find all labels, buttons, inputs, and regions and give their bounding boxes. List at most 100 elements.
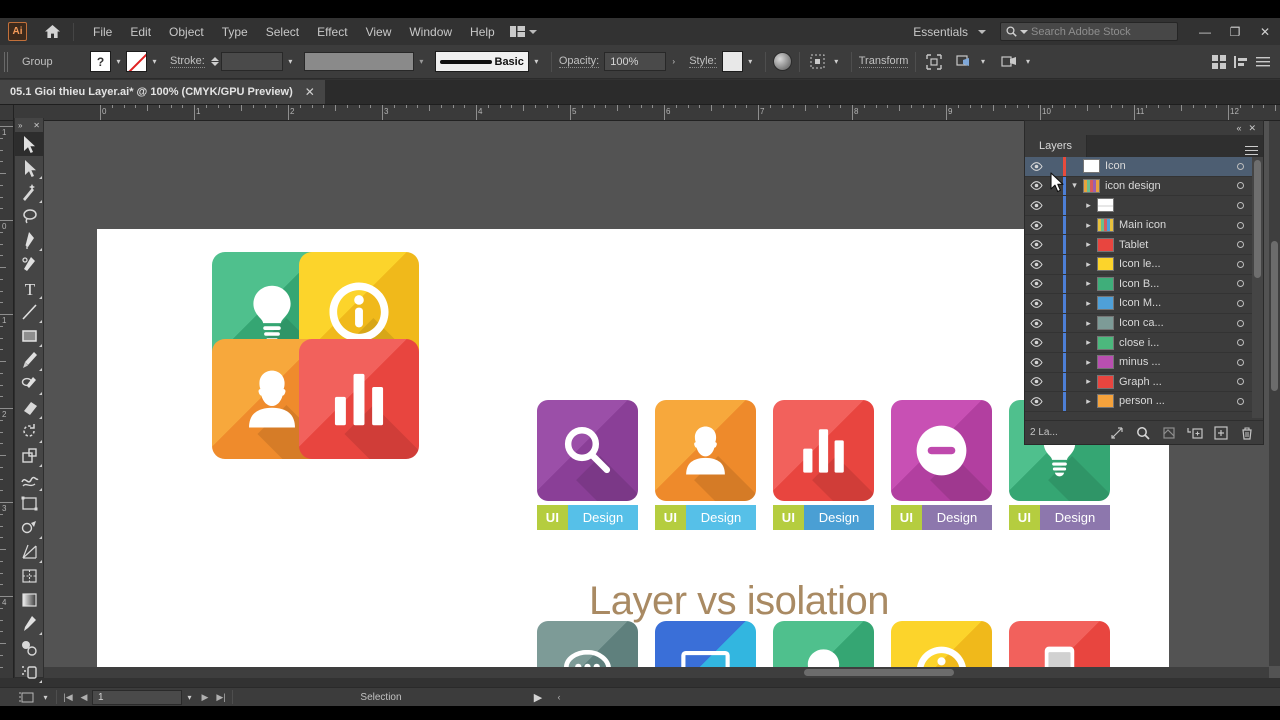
direct-selection-tool[interactable] [15, 156, 43, 180]
chevron-down-icon[interactable]: ▾ [1066, 180, 1083, 191]
workspace-chevron-down-icon[interactable] [978, 29, 986, 34]
icon-card[interactable]: UIDesign [537, 400, 638, 530]
close-icon[interactable]: ✕ [1248, 123, 1256, 134]
menu-type[interactable]: Type [213, 21, 257, 43]
style-chevron-down-icon[interactable]: ▾ [743, 51, 758, 72]
shape-builder-tool[interactable] [15, 516, 43, 540]
first-artboard-icon[interactable]: |◀ [60, 692, 76, 703]
close-button[interactable]: ✕ [1250, 21, 1280, 43]
chevron-right-icon[interactable]: ▸ [1080, 239, 1097, 250]
artboard-number-input[interactable]: 1 [92, 689, 182, 705]
pen-tool[interactable] [15, 228, 43, 252]
restore-button[interactable]: ❐ [1220, 21, 1250, 43]
menu-object[interactable]: Object [160, 21, 213, 43]
paintbrush-tool[interactable] [15, 348, 43, 372]
arrange-grid-icon[interactable] [1208, 51, 1230, 73]
layer-row[interactable]: ▸ Icon le... [1025, 254, 1263, 275]
layer-name-label[interactable]: person ... [1119, 395, 1231, 407]
target-circle-icon[interactable] [1231, 221, 1249, 229]
line-segment-tool[interactable] [15, 300, 43, 324]
layer-name-label[interactable]: Tablet [1119, 239, 1231, 251]
icon-card[interactable]: UIDesign [655, 400, 756, 530]
panel-menu-icon[interactable] [1252, 51, 1274, 73]
eye-visibility-icon[interactable] [1025, 318, 1047, 328]
create-new-sublayer-icon[interactable] [1184, 423, 1206, 443]
status-expand-icon[interactable]: ‹ [550, 692, 568, 702]
workspace-switcher[interactable]: Essentials [913, 25, 970, 39]
eye-visibility-icon[interactable] [1025, 279, 1047, 289]
gradient-tool[interactable] [15, 588, 43, 612]
page-title[interactable]: Layer vs isolation [589, 579, 890, 624]
eye-visibility-icon[interactable] [1025, 357, 1047, 367]
layer-row[interactable]: ▸ Graph ... [1025, 372, 1263, 393]
envelope-chevron-down-icon[interactable]: ▾ [1020, 51, 1035, 72]
recolor-artwork-icon[interactable] [772, 52, 792, 71]
eye-visibility-icon[interactable] [1025, 338, 1047, 348]
isolate-selected-icon[interactable] [923, 51, 945, 73]
chevron-right-icon[interactable]: ▸ [1080, 200, 1097, 211]
graphic-style-swatch-icon[interactable] [721, 51, 743, 72]
scrollbar-thumb[interactable] [1271, 241, 1278, 391]
target-circle-icon[interactable] [1231, 358, 1249, 366]
stroke-profile-select[interactable] [303, 52, 414, 71]
menu-select[interactable]: Select [257, 21, 308, 43]
artboard[interactable]: UIDesign Layer vs isolation UIDesignUIDe… [97, 229, 1169, 678]
fill-swatch-icon[interactable]: ? [90, 51, 111, 72]
previous-artboard-icon[interactable]: ◀ [76, 692, 92, 703]
scrollbar-thumb[interactable] [1254, 160, 1261, 278]
align-to-selection-icon[interactable] [807, 51, 829, 73]
chevron-right-icon[interactable]: ▸ [1080, 278, 1097, 289]
blend-tool[interactable] [15, 636, 43, 660]
eye-visibility-icon[interactable] [1025, 240, 1047, 250]
stroke-weight-stepper[interactable] [210, 57, 219, 66]
icon-tile[interactable] [773, 400, 874, 501]
target-circle-icon[interactable] [1231, 241, 1249, 249]
mask-chevron-down-icon[interactable]: ▾ [975, 51, 990, 72]
control-bar-grip[interactable] [4, 51, 10, 72]
layer-name-label[interactable]: Icon le... [1119, 258, 1231, 270]
layer-row[interactable]: ▸ minus ... [1025, 352, 1263, 373]
menu-effect[interactable]: Effect [308, 21, 356, 43]
icon-tile[interactable] [655, 400, 756, 501]
layer-row[interactable]: Icon [1025, 157, 1263, 177]
align-chevron-down-icon[interactable]: ▾ [829, 51, 844, 72]
canvas-horizontal-scrollbar[interactable] [44, 667, 1269, 678]
magic-wand-tool[interactable] [15, 180, 43, 204]
scrollbar-thumb[interactable] [804, 669, 954, 676]
chevron-right-icon[interactable]: ▸ [1080, 318, 1097, 329]
chevron-right-icon[interactable]: ▸ [1080, 396, 1097, 407]
icon-tile[interactable] [891, 400, 992, 501]
free-transform-tool[interactable] [15, 492, 43, 516]
collapse-panel-icon[interactable]: » [18, 121, 22, 130]
arrange-documents-icon[interactable] [504, 26, 543, 37]
rectangle-tool[interactable] [15, 324, 43, 348]
opacity-label[interactable]: Opacity: [558, 55, 600, 68]
target-circle-icon[interactable] [1231, 299, 1249, 307]
delete-selection-icon[interactable] [1236, 423, 1258, 443]
close-icon[interactable]: ✕ [305, 85, 315, 99]
chevron-right-icon[interactable]: ▸ [1080, 298, 1097, 309]
layer-row[interactable]: ▸ Icon M... [1025, 294, 1263, 314]
minimize-button[interactable]: — [1190, 21, 1220, 43]
chevron-right-icon[interactable]: ▸ [1080, 259, 1097, 270]
layer-row[interactable]: ▸ Icon B... [1025, 274, 1263, 295]
style-label[interactable]: Style: [689, 55, 717, 68]
symbol-sprayer-tool[interactable] [15, 660, 43, 684]
eye-visibility-icon[interactable] [1025, 220, 1047, 230]
layers-scrollbar[interactable] [1252, 157, 1263, 418]
layer-row[interactable]: ▸ Main icon [1025, 215, 1263, 236]
stroke-weight-chevron-down-icon[interactable]: ▾ [283, 51, 298, 72]
align-panel-icon[interactable] [1230, 51, 1252, 73]
perspective-grid-tool[interactable] [15, 540, 43, 564]
eye-visibility-icon[interactable] [1025, 259, 1047, 269]
layer-row[interactable]: ▸ close i... [1025, 333, 1263, 353]
eye-visibility-icon[interactable] [1025, 397, 1047, 406]
target-circle-icon[interactable] [1231, 319, 1249, 327]
rotate-tool[interactable] [15, 420, 43, 444]
chevron-right-icon[interactable]: ▸ [1080, 337, 1097, 348]
artboard-navigation-icon[interactable] [16, 686, 38, 708]
layer-name-label[interactable]: Icon ca... [1119, 317, 1231, 329]
layer-row[interactable]: ▾ icon design [1025, 176, 1263, 197]
layer-name-label[interactable]: Icon B... [1119, 278, 1231, 290]
layer-name-label[interactable]: icon design [1105, 180, 1231, 192]
